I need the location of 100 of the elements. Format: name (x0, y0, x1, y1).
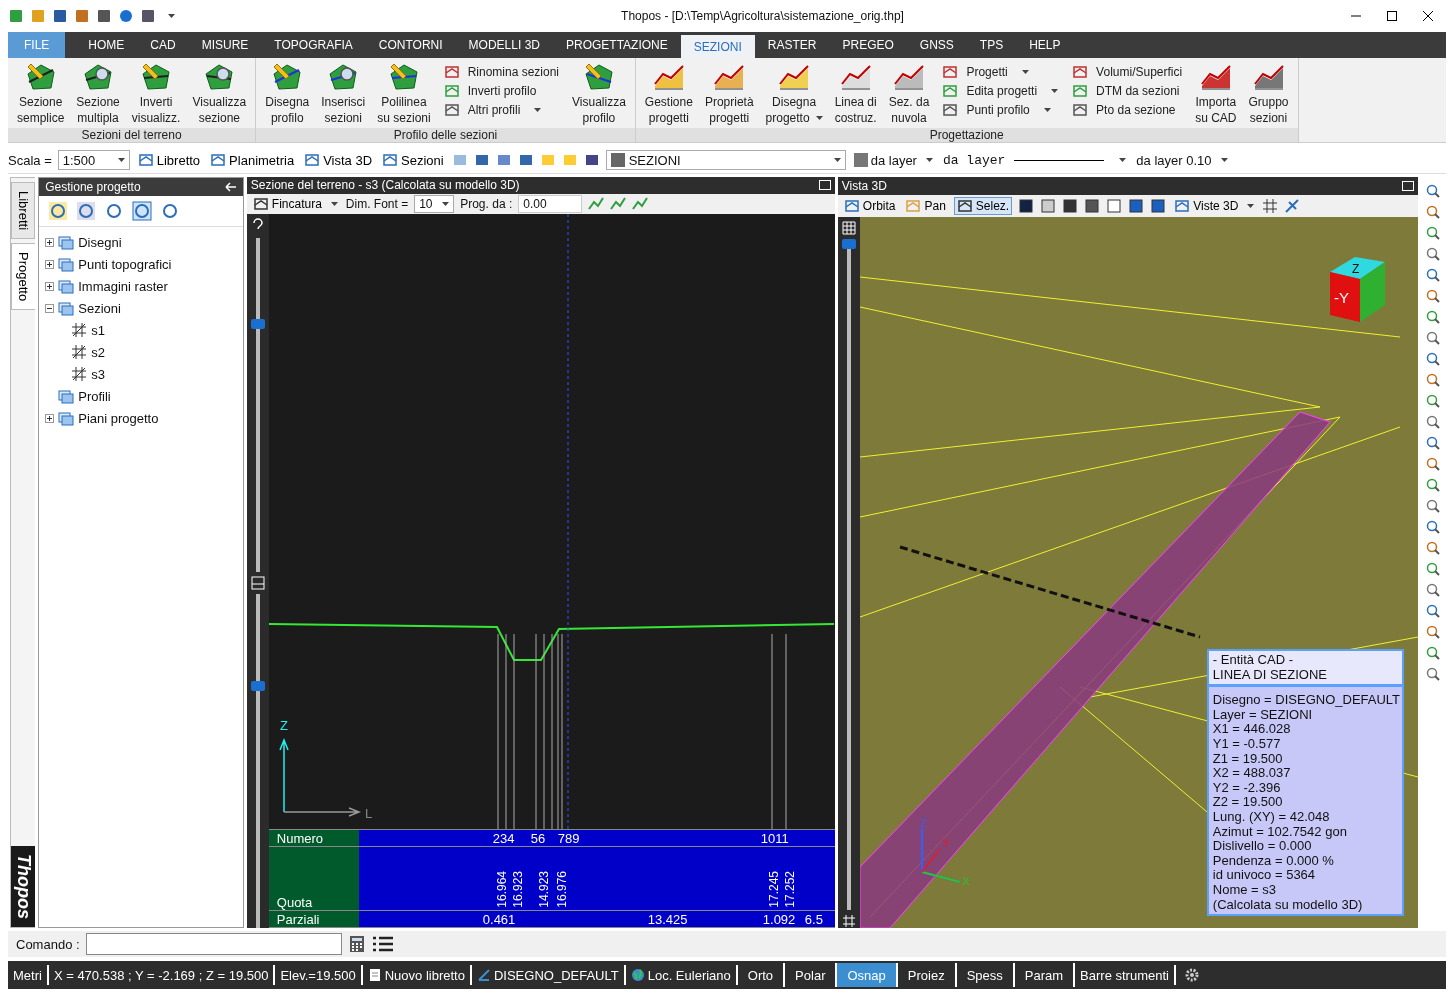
maximize-button[interactable] (818, 180, 831, 191)
zoom-icon[interactable] (1425, 519, 1442, 535)
zoom-icon[interactable] (1425, 267, 1442, 283)
ribbon-small-button[interactable]: Edita progetti (942, 83, 1059, 99)
ribbon-tab[interactable]: CONTORNI (365, 32, 456, 58)
view-button[interactable]: Vista 3D (302, 152, 375, 168)
view-button[interactable]: Planimetria (208, 152, 297, 168)
settings-icon[interactable] (1183, 967, 1200, 983)
slider-thumb[interactable] (250, 319, 265, 329)
notebook-status[interactable]: Nuovo libretto (362, 965, 472, 985)
views-3d-dropdown[interactable]: Viste 3D (1172, 198, 1257, 214)
status-toggle[interactable]: Spess (956, 963, 1015, 987)
view-button[interactable]: Libretto (135, 152, 203, 168)
expand-icon[interactable] (45, 259, 55, 269)
solid-cube-icon[interactable] (1128, 198, 1145, 214)
calculator-icon[interactable] (347, 935, 366, 953)
ribbon-button[interactable]: Inserisci sezioni (316, 62, 371, 126)
tree-item[interactable]: s3 (91, 366, 105, 382)
ribbon-tab[interactable]: CAD (137, 32, 189, 58)
ribbon-tab[interactable]: MODELLI 3D (455, 32, 553, 58)
ribbon-button[interactable]: Proprietà progetti (699, 62, 759, 126)
toolbars-menu[interactable]: Barre strumenti (1075, 965, 1176, 985)
ribbon-small-button[interactable]: Pto da sezione (1072, 102, 1183, 118)
tree-item[interactable]: Piani progetto (78, 410, 159, 426)
view-tool-button[interactable]: Selez. (953, 197, 1013, 215)
slider-thumb[interactable] (250, 681, 265, 692)
terrain-edit-icon[interactable] (588, 195, 605, 212)
ribbon-small-button[interactable]: Rinomina sezioni (443, 64, 560, 80)
collapse-icon[interactable] (45, 303, 55, 313)
ribbon-button[interactable]: Visualizza profilo (567, 62, 631, 126)
ribbon-tab[interactable]: MISURE (188, 32, 262, 58)
ribbon-tab[interactable]: PREGEO (829, 32, 907, 58)
ribbon-small-button[interactable]: DTM da sezioni (1072, 83, 1183, 99)
shade-icon[interactable] (1018, 198, 1035, 214)
fincatura-dropdown[interactable]: Fincatura (250, 195, 340, 212)
ribbon-tab[interactable]: HELP (1016, 32, 1074, 58)
ribbon-button[interactable]: Disegna progetto (760, 62, 828, 126)
status-toggle[interactable]: Osnap (837, 963, 898, 987)
tree-item[interactable]: Immagini raster (78, 278, 168, 294)
ribbon-button[interactable]: Visualizza sezione (187, 62, 252, 126)
scale-dropdown[interactable]: 1:500 (57, 150, 130, 170)
list-icon[interactable] (371, 935, 394, 953)
ribbon-button[interactable]: Sezione semplice (12, 62, 70, 126)
tree-item[interactable]: Profili (78, 388, 111, 404)
tree-item[interactable]: s1 (91, 322, 105, 338)
status-toggle[interactable]: Orto (737, 963, 786, 987)
view-tool-button[interactable]: Orbita (841, 198, 898, 214)
status-toggle[interactable]: Param (1014, 963, 1076, 987)
progressive-input[interactable]: 0.00 (518, 194, 583, 213)
font-size-dropdown[interactable]: 10 (414, 194, 455, 213)
tree-item[interactable]: Sezioni (78, 300, 121, 316)
side-tab[interactable]: Libretti (11, 182, 36, 240)
ribbon-button[interactable]: Importa su CAD (1190, 62, 1242, 126)
locale-status[interactable]: Loc. Euleriano (625, 965, 738, 985)
ribbon-button[interactable]: Polilinea su sezioni (372, 62, 436, 126)
expand-icon[interactable] (45, 237, 55, 247)
slider-thumb[interactable] (841, 239, 856, 249)
view-tool-button[interactable]: Pan (903, 198, 948, 214)
command-input[interactable] (85, 933, 342, 955)
ribbon-button[interactable]: Gestione progetti (639, 62, 698, 126)
tree-item[interactable]: Disegni (78, 234, 122, 250)
ribbon-tab[interactable]: TPS (966, 32, 1017, 58)
pin-arrow-icon[interactable] (224, 182, 237, 192)
ribbon-button[interactable]: Inverti visualizz. (126, 62, 186, 126)
ribbon-button[interactable]: Linea di costruz. (829, 62, 882, 126)
layer-dropdown[interactable]: SEZIONI (605, 150, 846, 170)
ribbon-tab[interactable]: PROGETTAZIONE (552, 32, 681, 58)
expand-icon[interactable] (45, 281, 55, 291)
zoom-icon[interactable] (1425, 183, 1442, 199)
status-toggle[interactable]: Proiez (897, 963, 957, 987)
linetype-dropdown[interactable]: da layer (940, 152, 1129, 168)
view-button[interactable]: Sezioni (380, 152, 446, 168)
ribbon-button[interactable]: Sezione multipla (71, 62, 125, 126)
zoom-icon[interactable] (1425, 435, 1442, 451)
chart-icon[interactable] (632, 195, 649, 212)
tree-item[interactable]: Punti topografici (78, 256, 172, 272)
ribbon-small-button[interactable]: Inverti profilo (443, 83, 560, 99)
expand-icon[interactable] (45, 413, 55, 423)
fit-icon[interactable] (250, 576, 265, 590)
close-icon[interactable] (1422, 10, 1434, 22)
ribbon-small-button[interactable]: Progetti (942, 64, 1059, 80)
maximize-icon[interactable] (1386, 10, 1398, 22)
ribbon-button[interactable]: Gruppo sezioni (1243, 62, 1294, 126)
ribbon-tab[interactable]: GNSS (906, 32, 967, 58)
ribbon-small-button[interactable]: Punti profilo (942, 102, 1059, 118)
color-dropdown[interactable]: da layer (851, 152, 935, 168)
section-icon[interactable] (1262, 198, 1279, 214)
ribbon-button[interactable]: Sez. da nuvola (883, 62, 935, 126)
zoom-icon[interactable] (1425, 603, 1442, 619)
ribbon-tab[interactable]: RASTER (754, 32, 830, 58)
ribbon-small-button[interactable]: Volumi/Superfici (1072, 64, 1183, 80)
ribbon-tab[interactable]: HOME (75, 32, 138, 58)
zoom-icon[interactable] (1425, 351, 1442, 367)
drawing-status[interactable]: DISEGNO_DEFAULT (471, 965, 626, 985)
ribbon-button[interactable]: Disegna profilo (260, 62, 315, 126)
ribbon-tab[interactable]: SEZIONI (680, 35, 755, 58)
tree-item[interactable]: s2 (91, 344, 105, 360)
ribbon-small-button[interactable]: Altri profili (443, 102, 560, 118)
side-tab[interactable]: Progetto (11, 243, 36, 311)
ribbon-tab[interactable]: TOPOGRAFIA (261, 32, 366, 58)
